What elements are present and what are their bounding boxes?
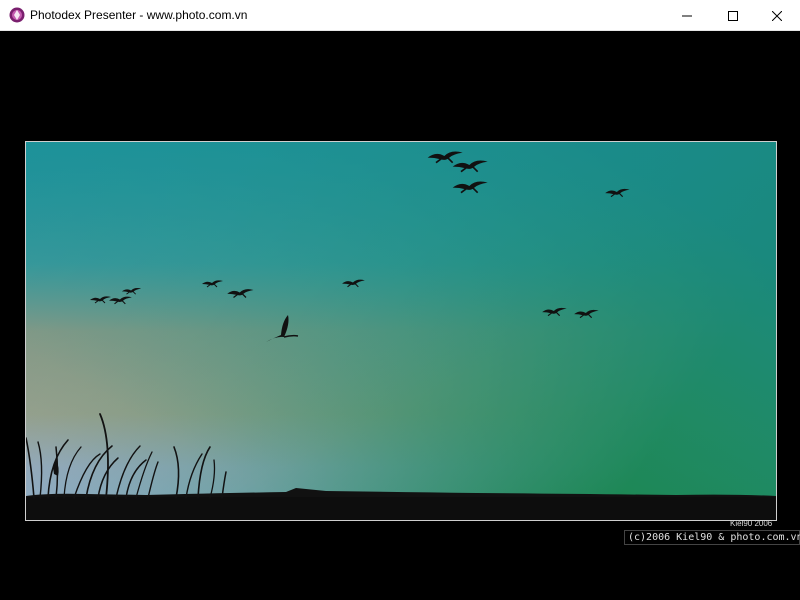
maximize-icon — [728, 10, 738, 21]
presentation-stage[interactable]: Kiel90 2006 (c)2006 Kiel90 & photo.com.v… — [0, 31, 800, 600]
window-title: Photodex Presenter - www.photo.com.vn — [30, 8, 248, 22]
copyright-bar: (c)2006 Kiel90 & photo.com.vn — [624, 530, 800, 545]
minimize-button[interactable] — [664, 0, 710, 31]
close-icon — [772, 10, 782, 21]
sunset-birds-photo — [26, 142, 776, 520]
photo-credit: Kiel90 2006 — [730, 519, 773, 528]
photodex-logo-icon — [9, 7, 25, 23]
close-button[interactable] — [754, 0, 800, 31]
title-bar[interactable]: Photodex Presenter - www.photo.com.vn — [0, 0, 800, 31]
copyright-text: (c)2006 Kiel90 & photo.com.vn — [628, 532, 800, 543]
slide-photo-frame — [25, 141, 777, 521]
minimize-icon — [682, 15, 692, 16]
maximize-button[interactable] — [710, 0, 756, 31]
